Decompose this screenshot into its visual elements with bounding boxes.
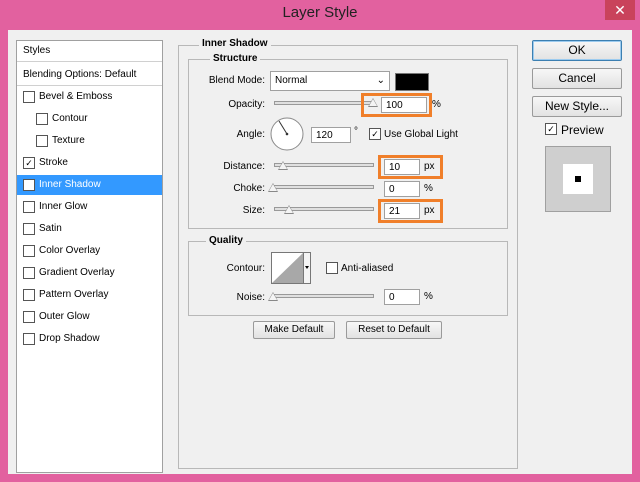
reset-default-button[interactable]: Reset to Default [346, 321, 442, 339]
style-item-label: Texture [52, 135, 85, 146]
styles-header[interactable]: Styles [17, 41, 162, 62]
window-title: Layer Style [282, 4, 358, 21]
style-item-contour[interactable]: Contour [17, 109, 162, 129]
quality-group [188, 241, 508, 316]
style-checkbox[interactable] [23, 333, 35, 345]
style-item-inner-shadow[interactable]: ✓ Inner Shadow [17, 175, 162, 195]
choke-input[interactable]: 0 [384, 181, 420, 197]
opacity-label: Opacity: [228, 99, 265, 110]
angle-label: Angle: [236, 129, 265, 140]
cancel-button[interactable]: Cancel [532, 68, 622, 89]
noise-slider-track[interactable] [274, 294, 374, 298]
angle-input[interactable]: 120 [311, 127, 351, 143]
ok-button[interactable]: OK [532, 40, 622, 61]
inner-shadow-title: Inner Shadow [199, 38, 271, 49]
noise-label: Noise: [236, 292, 265, 303]
style-item-inner-glow[interactable]: Inner Glow [17, 197, 162, 217]
opacity-highlight [361, 93, 432, 117]
use-global-light-checkbox[interactable]: ✓ [369, 128, 381, 140]
styles-list: Styles Blending Options: Default Bevel &… [16, 40, 163, 473]
style-item-label: Satin [39, 223, 62, 234]
choke-label: Choke: [233, 183, 265, 194]
style-item-label: Color Overlay [39, 245, 101, 256]
layer-style-window: Layer Style ✕ Styles Blending Options: D… [0, 0, 640, 482]
chevron-down-icon: ⌄ [376, 75, 385, 86]
style-item-label: Inner Glow [39, 201, 88, 212]
style-item-label: Inner Shadow [39, 179, 101, 190]
style-checkbox[interactable] [23, 311, 35, 323]
blend-mode-select[interactable]: Normal ⌄ [270, 71, 390, 91]
anti-aliased-label: Anti-aliased [341, 263, 394, 274]
title-bar[interactable]: Layer Style ✕ [0, 0, 640, 26]
style-item-texture[interactable]: Texture [17, 131, 162, 151]
choke-unit: % [424, 183, 433, 194]
style-checkbox[interactable] [23, 245, 35, 257]
distance-label: Distance: [223, 161, 265, 172]
size-highlight [378, 199, 443, 223]
style-item-outer-glow[interactable]: Outer Glow [17, 307, 162, 327]
choke-slider-track[interactable] [274, 185, 374, 189]
style-item-gradient-overlay[interactable]: Gradient Overlay [17, 263, 162, 283]
style-item-label: Bevel & Emboss [39, 91, 113, 102]
style-checkbox[interactable] [23, 201, 35, 213]
style-item-label: Pattern Overlay [39, 289, 109, 300]
new-style-button[interactable]: New Style... [532, 96, 622, 117]
make-default-button[interactable]: Make Default [253, 321, 335, 339]
close-icon: ✕ [614, 2, 626, 18]
style-checkbox[interactable]: ✓ [23, 157, 35, 169]
distance-slider-track[interactable] [274, 163, 374, 167]
angle-unit: ° [354, 126, 358, 137]
shadow-color-swatch[interactable] [395, 73, 429, 91]
size-slider-thumb[interactable] [284, 205, 294, 214]
style-item-label: Gradient Overlay [39, 267, 115, 278]
opacity-unit: % [432, 99, 441, 110]
style-checkbox[interactable] [23, 91, 35, 103]
style-item-label: Contour [52, 113, 88, 124]
contour-picker[interactable] [271, 252, 311, 284]
preview-checkbox[interactable]: ✓ [545, 123, 557, 135]
preview-thumbnail [545, 146, 611, 212]
style-item-satin[interactable]: Satin [17, 219, 162, 239]
style-item-label: Drop Shadow [39, 333, 100, 344]
style-item-bevel-emboss[interactable]: Bevel & Emboss [17, 87, 162, 107]
style-item-drop-shadow[interactable]: Drop Shadow [17, 329, 162, 349]
blend-mode-label: Blend Mode: [208, 75, 265, 86]
opacity-slider-track[interactable] [274, 101, 374, 105]
style-item-stroke[interactable]: ✓ Stroke [17, 153, 162, 173]
noise-unit: % [424, 291, 433, 302]
use-global-light-label: Use Global Light [384, 129, 458, 140]
contour-label: Contour: [226, 263, 265, 274]
style-item-pattern-overlay[interactable]: Pattern Overlay [17, 285, 162, 305]
angle-dial[interactable] [269, 116, 305, 152]
style-checkbox[interactable] [23, 223, 35, 235]
style-checkbox[interactable]: ✓ [23, 179, 35, 191]
close-button[interactable]: ✕ [605, 0, 635, 20]
noise-input[interactable]: 0 [384, 289, 420, 305]
noise-slider-thumb[interactable] [268, 292, 278, 301]
structure-title: Structure [210, 53, 261, 64]
distance-slider-thumb[interactable] [278, 161, 288, 170]
style-item-label: Stroke [39, 157, 68, 168]
preview-label: Preview [561, 123, 604, 137]
choke-slider-thumb[interactable] [268, 183, 278, 192]
quality-title: Quality [206, 235, 246, 246]
dialog-body: Styles Blending Options: Default Bevel &… [8, 30, 632, 474]
style-item-label: Outer Glow [39, 311, 90, 322]
style-item-color-overlay[interactable]: Color Overlay [17, 241, 162, 261]
blending-options-item[interactable]: Blending Options: Default [17, 65, 162, 86]
style-checkbox[interactable] [23, 267, 35, 279]
distance-highlight [378, 155, 443, 179]
style-checkbox[interactable] [36, 113, 48, 125]
style-checkbox[interactable] [36, 135, 48, 147]
anti-aliased-checkbox[interactable] [326, 262, 338, 274]
style-checkbox[interactable] [23, 289, 35, 301]
size-label: Size: [242, 205, 265, 216]
